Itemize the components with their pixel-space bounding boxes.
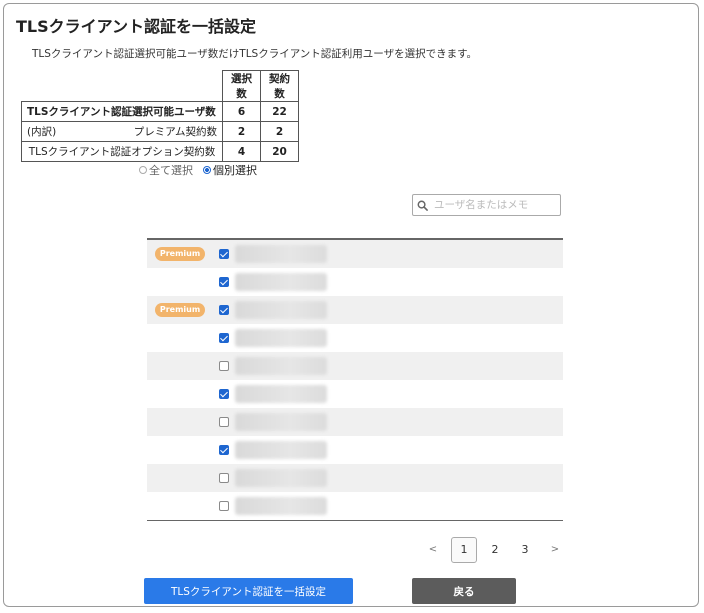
redacted-user-name [235, 329, 327, 347]
user-row [147, 492, 563, 520]
user-checkbox[interactable] [219, 501, 229, 511]
summary-corner [21, 70, 223, 102]
redacted-user-name [235, 469, 327, 487]
summary-row-option: TLSクライアント認証オプション契約数 4 20 [21, 141, 299, 162]
user-row [147, 268, 563, 296]
dialog-frame: TLSクライアント認証を一括設定 TLSクライアント認証選択可能ユーザ数だけTL… [3, 3, 699, 607]
list-bottom-divider [147, 520, 563, 522]
user-checkbox[interactable] [219, 389, 229, 399]
page-description: TLSクライアント認証選択可能ユーザ数だけTLSクライアント認証利用ユーザを選択… [32, 48, 478, 60]
header-selected: 選択数 [222, 70, 261, 102]
user-list: Premium Premium [147, 238, 563, 522]
user-checkbox[interactable] [219, 445, 229, 455]
summary-table: 選択数 契約数 TLSクライアント認証選択可能ユーザ数 6 22 (内訳) プレ… [21, 70, 299, 162]
summary-contracted: 20 [260, 141, 299, 162]
user-row: Premium [147, 296, 563, 324]
summary-label: TLSクライアント認証オプション契約数 [21, 141, 223, 162]
redacted-user-name [235, 441, 327, 459]
summary-row-available: TLSクライアント認証選択可能ユーザ数 6 22 [21, 101, 299, 122]
summary-contracted: 22 [260, 101, 299, 122]
summary-selected: 6 [222, 101, 261, 122]
premium-badge: Premium [155, 247, 205, 261]
redacted-user-name [235, 385, 327, 403]
redacted-user-name [235, 273, 327, 291]
page-title: TLSクライアント認証を一括設定 [16, 17, 256, 36]
user-checkbox[interactable] [219, 361, 229, 371]
user-checkbox[interactable] [219, 305, 229, 315]
redacted-user-name [235, 497, 327, 515]
summary-label: (内訳) プレミアム契約数 [21, 121, 223, 142]
redacted-user-name [235, 413, 327, 431]
user-checkbox[interactable] [219, 473, 229, 483]
page-button-1[interactable]: 1 [451, 537, 477, 563]
redacted-user-name [235, 301, 327, 319]
page-button-3[interactable]: 3 [510, 537, 540, 563]
search-input[interactable] [432, 198, 556, 212]
user-row [147, 380, 563, 408]
page-prev-button[interactable]: < [418, 537, 448, 563]
back-button[interactable]: 戻る [412, 578, 516, 604]
selection-mode-group: 全て選択 個別選択 [139, 162, 257, 178]
search-icon [417, 200, 428, 211]
user-checkbox[interactable] [219, 249, 229, 259]
summary-selected: 4 [222, 141, 261, 162]
summary-selected: 2 [222, 121, 261, 142]
redacted-user-name [235, 357, 327, 375]
search-box[interactable] [412, 194, 561, 216]
user-row [147, 436, 563, 464]
redacted-user-name [235, 245, 327, 263]
summary-row-premium: (内訳) プレミアム契約数 2 2 [21, 121, 299, 142]
summary-contracted: 2 [260, 121, 299, 142]
page-button-2[interactable]: 2 [480, 537, 510, 563]
summary-label-prefix: (内訳) [27, 126, 57, 138]
radio-select-individual[interactable]: 個別選択 [203, 162, 257, 178]
summary-label-text: プレミアム契約数 [133, 126, 217, 138]
premium-badge: Premium [155, 303, 205, 317]
radio-label: 個別選択 [213, 164, 257, 177]
radio-select-all[interactable]: 全て選択 [139, 162, 193, 178]
user-row: Premium [147, 240, 563, 268]
user-row [147, 352, 563, 380]
page-next-button[interactable]: > [540, 537, 570, 563]
header-contracted: 契約数 [260, 70, 299, 102]
user-row [147, 408, 563, 436]
user-checkbox[interactable] [219, 417, 229, 427]
summary-header-row: 選択数 契約数 [21, 70, 299, 102]
user-row [147, 464, 563, 492]
pagination: < 1 2 3 > [418, 537, 570, 563]
user-checkbox[interactable] [219, 277, 229, 287]
radio-label: 全て選択 [149, 164, 193, 177]
bulk-apply-button[interactable]: TLSクライアント認証を一括設定 [144, 578, 353, 604]
radio-button[interactable] [139, 166, 147, 174]
user-row [147, 324, 563, 352]
summary-label: TLSクライアント認証選択可能ユーザ数 [21, 101, 223, 122]
radio-button[interactable] [203, 166, 211, 174]
user-checkbox[interactable] [219, 333, 229, 343]
